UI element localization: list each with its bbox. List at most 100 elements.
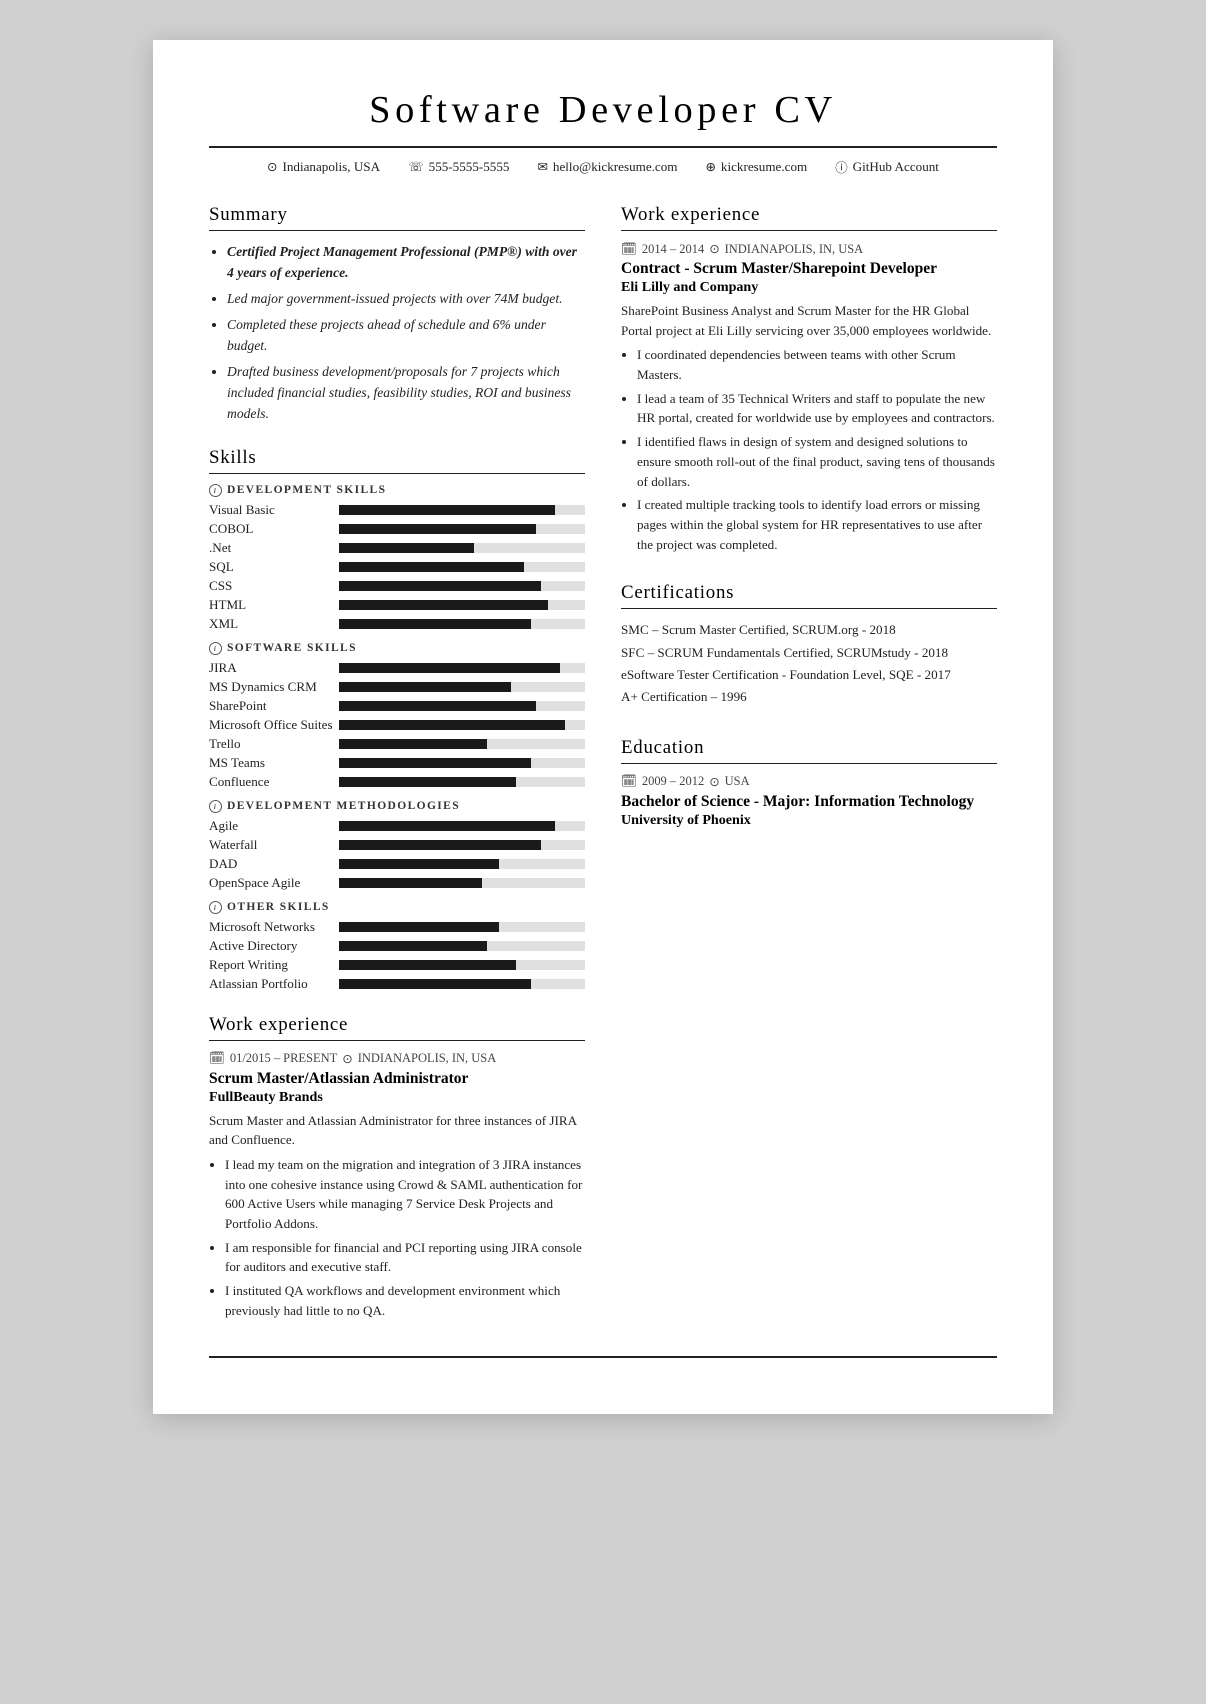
- skill-category-label: i OTHER SKILLS: [209, 901, 585, 914]
- skill-name: Microsoft Office Suites: [209, 717, 339, 733]
- skill-bar-fill: [339, 758, 531, 768]
- skill-bar-fill: [339, 600, 548, 610]
- contact-github: ⓘ GitHub Account: [835, 158, 939, 176]
- info-icon: i: [209, 642, 222, 655]
- education-divider: [621, 763, 997, 764]
- skill-name: Trello: [209, 736, 339, 752]
- education-title: Education: [621, 737, 997, 759]
- skill-bar-fill: [339, 619, 531, 629]
- work-experience-left-title: Work experience: [209, 1014, 585, 1036]
- skill-name: DAD: [209, 856, 339, 872]
- skill-bar-fill: [339, 701, 536, 711]
- skill-bar-fill: [339, 505, 555, 515]
- skill-name: Active Directory: [209, 938, 339, 954]
- work-right-container: 🗓 2014 – 2014 ⊙ INDIANAPOLIS, IN, USACon…: [621, 241, 997, 554]
- skills-divider: [209, 473, 585, 474]
- work-experience-left-section: Work experience 🗓 01/2015 – PRESENT ⊙ IN…: [209, 1014, 585, 1321]
- edu-location-icon: ⊙: [709, 774, 719, 790]
- skill-row: Active Directory: [209, 938, 585, 954]
- skill-bar-fill: [339, 960, 516, 970]
- skill-name: COBOL: [209, 521, 339, 537]
- we-description: Scrum Master and Atlassian Administrator…: [209, 1111, 585, 1150]
- skill-row: SharePoint: [209, 698, 585, 714]
- we-company: Eli Lilly and Company: [621, 279, 997, 296]
- contact-phone: ☏ 555-5555-5555: [408, 158, 509, 176]
- skill-bar-fill: [339, 777, 516, 787]
- skill-row: Visual Basic: [209, 502, 585, 518]
- skill-bar-bg: [339, 821, 585, 831]
- title-divider: [209, 146, 997, 148]
- edu-degree: Bachelor of Science - Major: Information…: [621, 793, 997, 811]
- edu-calendar-icon: 🗓: [621, 774, 637, 789]
- we-bullets: I coordinated dependencies between teams…: [621, 345, 997, 554]
- skill-row: CSS: [209, 578, 585, 594]
- skill-name: Agile: [209, 818, 339, 834]
- skill-bar-bg: [339, 878, 585, 888]
- skill-bar-fill: [339, 562, 524, 572]
- skill-name: Microsoft Networks: [209, 919, 339, 935]
- summary-item-1: Certified Project Management Professiona…: [227, 241, 585, 283]
- we-bullet-item: I created multiple tracking tools to ide…: [637, 495, 997, 554]
- skill-row: OpenSpace Agile: [209, 875, 585, 891]
- edu-school: University of Phoenix: [621, 812, 997, 829]
- skill-row: Atlassian Portfolio: [209, 976, 585, 992]
- skill-bar-bg: [339, 758, 585, 768]
- skill-bar-fill: [339, 739, 487, 749]
- we-bullet-item: I identified flaws in design of system a…: [637, 432, 997, 491]
- education-container: 🗓 2009 – 2012 ⊙ USABachelor of Science -…: [621, 774, 997, 829]
- skill-row: MS Teams: [209, 755, 585, 771]
- summary-list: Certified Project Management Professiona…: [209, 241, 585, 425]
- skill-name: Report Writing: [209, 957, 339, 973]
- contact-website: ⊕ kickresume.com: [705, 158, 807, 176]
- skill-row: DAD: [209, 856, 585, 872]
- skill-bar-bg: [339, 701, 585, 711]
- skill-category-label: i DEVELOPMENT METHODOLOGIES: [209, 800, 585, 813]
- skills-title: Skills: [209, 447, 585, 469]
- skill-name: JIRA: [209, 660, 339, 676]
- summary-divider: [209, 230, 585, 231]
- skill-name: Visual Basic: [209, 502, 339, 518]
- we-bullet-item: I lead a team of 35 Technical Writers an…: [637, 389, 997, 428]
- skill-bar-fill: [339, 859, 499, 869]
- work-left-container: 🗓 01/2015 – PRESENT ⊙ INDIANAPOLIS, IN, …: [209, 1051, 585, 1321]
- skills-section: Skills i DEVELOPMENT SKILLSVisual BasicC…: [209, 447, 585, 992]
- skill-row: Microsoft Networks: [209, 919, 585, 935]
- skill-name: MS Teams: [209, 755, 339, 771]
- skill-row: Trello: [209, 736, 585, 752]
- skill-bar-fill: [339, 840, 541, 850]
- email-icon: ✉: [537, 159, 547, 175]
- skill-bar-fill: [339, 543, 474, 553]
- skill-name: MS Dynamics CRM: [209, 679, 339, 695]
- skill-bar-bg: [339, 505, 585, 515]
- we-description: SharePoint Business Analyst and Scrum Ma…: [621, 301, 997, 340]
- cv-page: Software Developer CV ⊙ Indianapolis, US…: [153, 40, 1053, 1414]
- certifications-text: SMC – Scrum Master Certified, SCRUM.org …: [621, 619, 997, 708]
- skill-row: Waterfall: [209, 837, 585, 853]
- we-company: FullBeauty Brands: [209, 1089, 585, 1106]
- contact-location: ⊙ Indianapolis, USA: [267, 158, 380, 176]
- skill-name: Atlassian Portfolio: [209, 976, 339, 992]
- we-header: 🗓 01/2015 – PRESENT ⊙ INDIANAPOLIS, IN, …: [209, 1051, 585, 1067]
- skill-bar-bg: [339, 720, 585, 730]
- contact-email: ✉ hello@kickresume.com: [537, 158, 677, 176]
- skill-bar-fill: [339, 979, 531, 989]
- skill-name: XML: [209, 616, 339, 632]
- skill-row: MS Dynamics CRM: [209, 679, 585, 695]
- main-content: Summary Certified Project Management Pro…: [209, 204, 997, 1324]
- skill-bar-fill: [339, 663, 560, 673]
- skill-name: Confluence: [209, 774, 339, 790]
- left-column: Summary Certified Project Management Pro…: [209, 204, 585, 1324]
- we-bullet-item: I lead my team on the migration and inte…: [225, 1155, 585, 1234]
- skill-bar-bg: [339, 543, 585, 553]
- github-icon: ⓘ: [835, 158, 847, 176]
- skill-bar-fill: [339, 821, 555, 831]
- we-job-title: Contract - Scrum Master/Sharepoint Devel…: [621, 260, 997, 278]
- skill-bar-fill: [339, 581, 541, 591]
- skill-row: Report Writing: [209, 957, 585, 973]
- calendar-icon: 🗓: [621, 242, 637, 257]
- location-pin-icon: ⊙: [342, 1051, 352, 1067]
- skill-row: .Net: [209, 540, 585, 556]
- certifications-section: Certifications SMC – Scrum Master Certif…: [621, 582, 997, 708]
- work-experience-right-title: Work experience: [621, 204, 997, 226]
- location-icon: ⊙: [267, 159, 277, 175]
